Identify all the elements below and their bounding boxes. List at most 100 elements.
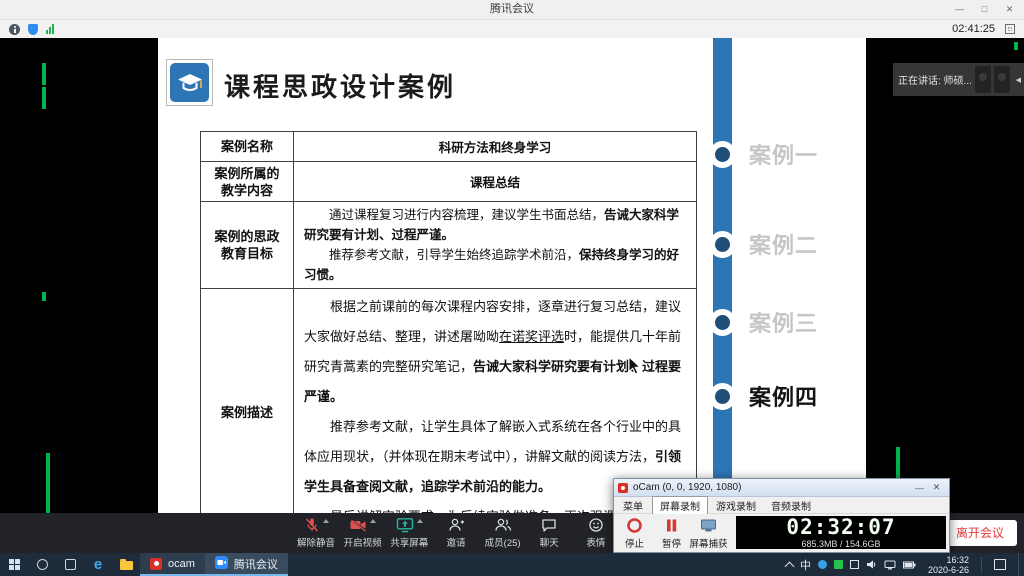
nav-case-1[interactable]: 案例一 [709,138,818,170]
table-row: 案例名称 科研方法和终身学习 [201,132,697,162]
network-button[interactable] [884,560,896,570]
caret-up-icon[interactable] [370,519,376,523]
ocam-window: oCam (0, 0, 1920, 1080) — ✕ 菜单 屏幕录制 游戏录制… [613,478,950,553]
ocam-pause-button[interactable]: 暂停 [653,514,690,552]
ocam-close-button[interactable]: ✕ [928,482,945,493]
invite-button[interactable]: 邀请 [436,517,476,549]
collapse-arrow-icon[interactable]: ◀ [1013,76,1024,84]
ocam-stop-button[interactable]: 停止 [616,514,653,552]
taskbar: e ocam 腾讯会议 中 [0,553,1024,576]
ocam-tab-screen-record[interactable]: 屏幕录制 [652,496,708,515]
green-marker [46,453,50,513]
clock-date: 2020-6-26 [928,565,969,575]
fullscreen-icon[interactable] [1005,24,1015,34]
nav-case-2[interactable]: 案例二 [709,228,818,260]
show-desktop-button[interactable] [1018,553,1022,576]
task-view-button[interactable] [56,553,84,576]
shared-screen-stage: 课程思政设计案例 案例名称 科研方法和终身学习 案例所属的 教学内容 课程总结 [0,38,1024,513]
edge-icon: e [94,557,102,572]
video-thumbnail [994,66,1010,93]
nav-label: 案例二 [749,228,818,260]
ocam-menu-button[interactable]: 菜单 [614,498,652,513]
chat-button[interactable]: 聊天 [529,517,569,549]
nav-dot-icon [709,309,736,336]
row-value: 科研方法和终身学习 [294,132,697,162]
share-screen-button[interactable]: 共享屏幕 [389,517,429,549]
green-marker [1014,42,1018,50]
members-icon [494,517,512,536]
header-right: 02:41:25 [952,23,1024,35]
taskbar-clock[interactable]: 16:32 2020-6-26 [923,555,974,575]
mouse-cursor [628,356,641,380]
volume-button[interactable] [866,559,877,570]
system-tray: 中 16:32 2020-6-26 [786,553,1024,576]
ocam-capture-button[interactable]: 屏幕捕获 [690,514,727,552]
nav-dot-icon [709,383,736,410]
button-label: 聊天 [540,535,559,549]
taskbar-app-ocam[interactable]: ocam [140,553,205,576]
green-marker [42,87,46,109]
maximize-button[interactable]: □ [972,0,997,19]
tray-app-icon[interactable] [850,560,859,569]
tray-expand-button[interactable] [786,560,793,570]
speaking-indicator: 正在讲话: 师硕... ◀ [893,63,1024,96]
button-label: 暂停 [662,539,681,550]
minimize-button[interactable]: — [947,0,972,19]
start-video-button[interactable]: 开启视频 [343,517,383,549]
info-icon[interactable] [9,24,20,35]
ocam-titlebar[interactable]: oCam (0, 0, 1920, 1080) — ✕ [614,479,949,497]
search-icon [37,559,48,570]
ocam-tab-audio-record[interactable]: 音频录制 [764,497,818,514]
shield-icon[interactable] [28,24,38,35]
window-title: 腾讯会议 [0,0,1024,19]
unmute-button[interactable]: 解除静音 [296,517,336,549]
row-label: 案例名称 [201,132,294,162]
green-marker [42,292,46,301]
start-button[interactable] [0,553,28,576]
taskbar-app-label: ocam [168,558,195,570]
button-label: 共享屏幕 [390,535,428,549]
tencent-meeting-icon [215,556,228,572]
members-button[interactable]: 成员(25) [483,517,523,549]
taskbar-app-meeting[interactable]: 腾讯会议 [205,553,288,576]
nav-dot-icon [709,141,736,168]
volume-icon [866,559,877,570]
table-row: 案例的思政 教育目标 通过课程复习进行内容梳理，建议学生书面总结，告诫大家科学研… [201,202,697,289]
tray-app-icon[interactable] [818,560,827,569]
case-table: 案例名称 科研方法和终身学习 案例所属的 教学内容 课程总结 案例的思政 教育目… [200,131,697,536]
ocam-tab-game-record[interactable]: 游戏录制 [709,497,763,514]
caret-up-icon[interactable] [417,519,423,523]
graduation-cap-icon [170,63,209,102]
video-thumbnail [975,66,991,93]
window-controls: — □ ✕ [947,0,1022,19]
wechat-icon [834,560,843,569]
network-icon [884,560,896,570]
button-label: 开启视频 [344,535,382,549]
nav-label: 案例四 [749,380,818,412]
folder-icon [120,561,133,570]
ocam-app-icon [618,483,628,493]
nav-case-3[interactable]: 案例三 [709,306,818,338]
button-label: 屏幕捕获 [690,539,728,550]
ime-indicator[interactable]: 中 [800,557,811,573]
button-label: 停止 [625,539,644,550]
leave-meeting-button[interactable]: 离开会议 [943,520,1017,546]
action-center-button[interactable] [994,559,1006,570]
share-screen-icon [396,517,414,536]
emoji-button[interactable]: 表情 [576,517,616,549]
generic-tray-icon [850,560,859,569]
ocam-window-title: oCam (0, 0, 1920, 1080) [633,482,911,493]
edge-button[interactable]: e [84,553,112,576]
meeting-header: 02:41:25 [0,19,1024,38]
file-explorer-button[interactable] [112,553,140,576]
close-button[interactable]: ✕ [997,0,1022,19]
ocam-icon [150,558,162,570]
row-label: 案例的思政 教育目标 [201,202,294,289]
tray-app-icon[interactable] [834,560,843,569]
caret-up-icon[interactable] [323,519,329,523]
nav-case-4[interactable]: 案例四 [709,380,818,412]
battery-indicator[interactable] [903,561,916,569]
nav-label: 案例一 [749,138,818,170]
ocam-minimize-button[interactable]: — [911,483,928,493]
search-button[interactable] [28,553,56,576]
